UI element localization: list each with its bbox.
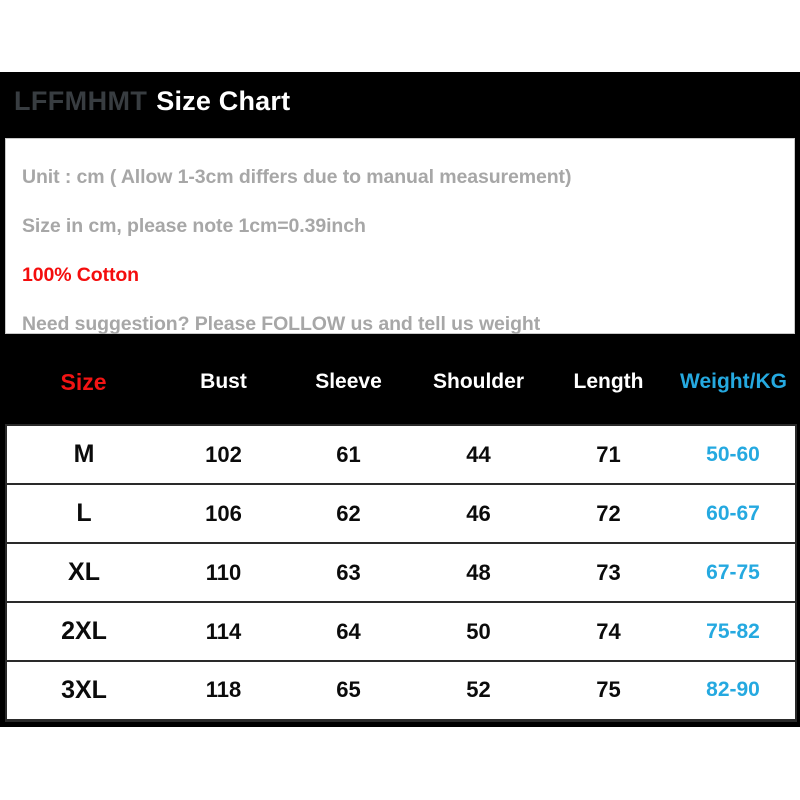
brand-name: LFFMHMT <box>14 86 148 116</box>
cell-sleeve: 62 <box>336 500 361 526</box>
cell-shoulder: 52 <box>466 677 491 703</box>
column-header-bust: Bust <box>200 370 247 393</box>
cell-size: L <box>5 484 161 543</box>
cell-sleeve: 64 <box>336 618 361 644</box>
cell-size: XL <box>5 543 161 602</box>
cell-length: 75 <box>596 677 621 703</box>
table-header: Size Bust Sleeve Shoulder Length Weight/… <box>6 340 796 425</box>
info-panel: Unit : cm ( Allow 1-3cm differs due to m… <box>5 138 795 335</box>
cell-size: 2XL <box>5 602 161 661</box>
chart-title: Size Chart <box>156 86 291 116</box>
info-line-material: 100% Cotton <box>22 264 139 286</box>
table-header-row: Size Bust Sleeve Shoulder Length Weight/… <box>6 340 796 425</box>
column-header-sleeve: Sleeve <box>315 370 382 393</box>
cell-size: 3XL <box>5 661 161 720</box>
column-header-weight: Weight/KG <box>680 370 787 393</box>
cell-length: 72 <box>596 500 621 526</box>
size-table: Size Bust Sleeve Shoulder Length Weight/… <box>5 340 797 722</box>
cell-weight: 75-82 <box>671 602 797 661</box>
page-title: LFFMHMT Size Chart <box>14 86 290 126</box>
table-row: 3XL 118 65 52 75 82-90 <box>5 661 797 720</box>
cell-shoulder: 44 <box>466 441 491 467</box>
table-row: 2XL 114 64 50 74 75-82 <box>5 602 797 661</box>
cell-sleeve: 63 <box>336 559 361 585</box>
table-row: XL 110 63 48 73 67-75 <box>5 543 797 602</box>
cell-bust: 106 <box>205 500 242 526</box>
cell-shoulder: 48 <box>466 559 491 585</box>
table-row: M 102 61 44 71 50-60 <box>5 425 797 484</box>
cell-length: 74 <box>596 618 621 644</box>
cell-sleeve: 61 <box>336 441 361 467</box>
cell-weight: 67-75 <box>671 543 797 602</box>
size-chart-page: LFFMHMT Size Chart Unit : cm ( Allow 1-3… <box>0 0 800 800</box>
cell-bust: 118 <box>205 677 242 703</box>
cell-weight: 82-90 <box>671 661 797 720</box>
cell-bust: 110 <box>205 559 242 585</box>
column-header-shoulder: Shoulder <box>432 370 524 393</box>
table-row: L 106 62 46 72 60-67 <box>5 484 797 543</box>
cell-weight: 50-60 <box>671 425 797 484</box>
cell-length: 71 <box>596 441 621 467</box>
cell-size: M <box>5 425 161 484</box>
column-header-size: Size <box>60 368 107 395</box>
info-line-unit: Unit : cm ( Allow 1-3cm differs due to m… <box>22 166 572 188</box>
cell-length: 73 <box>596 559 621 585</box>
cell-sleeve: 65 <box>336 677 361 703</box>
cell-shoulder: 46 <box>466 500 491 526</box>
info-line-conversion: Size in cm, please note 1cm=0.39inch <box>22 215 366 237</box>
table-body: M 102 61 44 71 50-60 L 106 62 46 72 60-6… <box>5 425 797 720</box>
cell-bust: 102 <box>205 441 242 467</box>
cell-weight: 60-67 <box>671 484 797 543</box>
cell-shoulder: 50 <box>466 618 491 644</box>
cell-bust: 114 <box>205 618 242 644</box>
column-header-length: Length <box>573 370 644 393</box>
